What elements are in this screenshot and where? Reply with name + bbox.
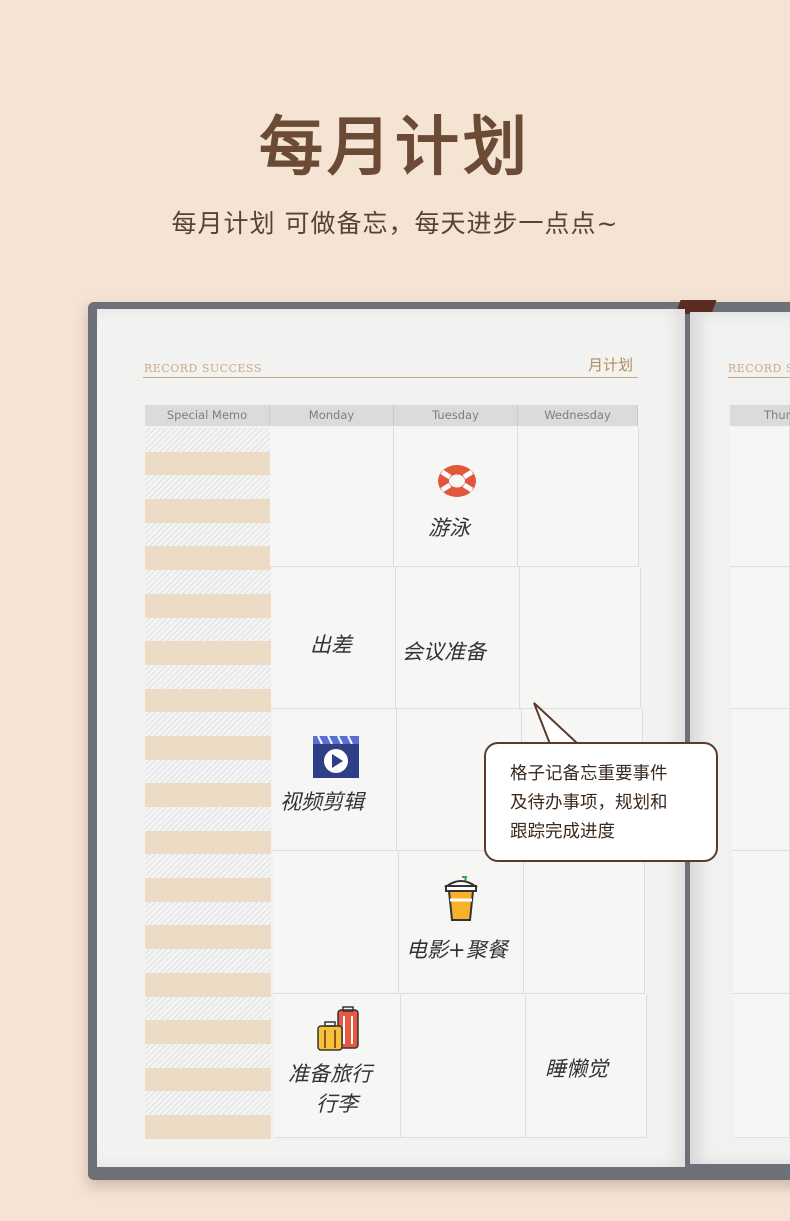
calendar-cell — [524, 851, 645, 994]
video-play-icon — [313, 735, 359, 778]
callout-line: 跟踪完成进度 — [510, 822, 615, 842]
note-video-edit: 视频剪辑 — [280, 790, 364, 814]
header-rule-right — [728, 377, 790, 378]
calendar-cell — [272, 709, 397, 851]
note-travel-pack-line1: 准备旅行 — [288, 1062, 372, 1086]
note-movie-dinner: 电影+聚餐 — [406, 938, 508, 962]
lifebuoy-icon — [438, 465, 476, 497]
note-swim: 游泳 — [428, 516, 470, 540]
calendar-cell — [401, 994, 526, 1138]
calendar-cell — [270, 427, 394, 567]
drink-cup-icon — [444, 876, 478, 921]
calendar-cell — [520, 567, 641, 709]
column-header-thursday: Thur — [730, 405, 790, 426]
special-memo-column — [145, 428, 271, 1140]
calendar-cell — [518, 427, 639, 567]
calendar-cell — [730, 427, 790, 567]
month-plan-label: 月计划 — [588, 356, 634, 374]
column-header-tuesday: Tuesday — [394, 405, 518, 426]
column-header-wednesday: Wednesday — [518, 405, 638, 426]
brand-label-left: RECORD SUCCESS — [144, 362, 262, 375]
note-business-trip: 出差 — [310, 633, 352, 657]
calendar-cell — [399, 851, 524, 994]
brand-label-right: RECORD S — [728, 362, 790, 375]
callout-line: 及待办事项，规划和 — [510, 793, 668, 813]
header-rule — [143, 377, 638, 378]
column-header-monday: Monday — [270, 405, 394, 426]
calendar-cell — [273, 851, 399, 994]
note-travel-pack-line2: 行李 — [316, 1092, 358, 1116]
column-header-special-memo: Special Memo — [145, 405, 270, 426]
note-sleep-in: 睡懒觉 — [545, 1057, 608, 1081]
callout-line: 格子记备忘重要事件 — [510, 764, 668, 784]
note-meeting-prep: 会议准备 — [402, 640, 486, 664]
calendar-cell — [732, 709, 790, 851]
callout-tail — [533, 702, 579, 745]
page-subtitle: 每月计划 可做备忘，每天进步一点点~ — [171, 209, 619, 238]
luggage-icon — [317, 1006, 359, 1051]
calendar-cell — [734, 994, 790, 1138]
calendar-cell — [733, 851, 790, 994]
page-title: 每月计划 — [259, 110, 531, 185]
info-callout: 格子记备忘重要事件 及待办事项，规划和 跟踪完成进度 — [484, 742, 718, 862]
calendar-cell — [731, 567, 790, 709]
